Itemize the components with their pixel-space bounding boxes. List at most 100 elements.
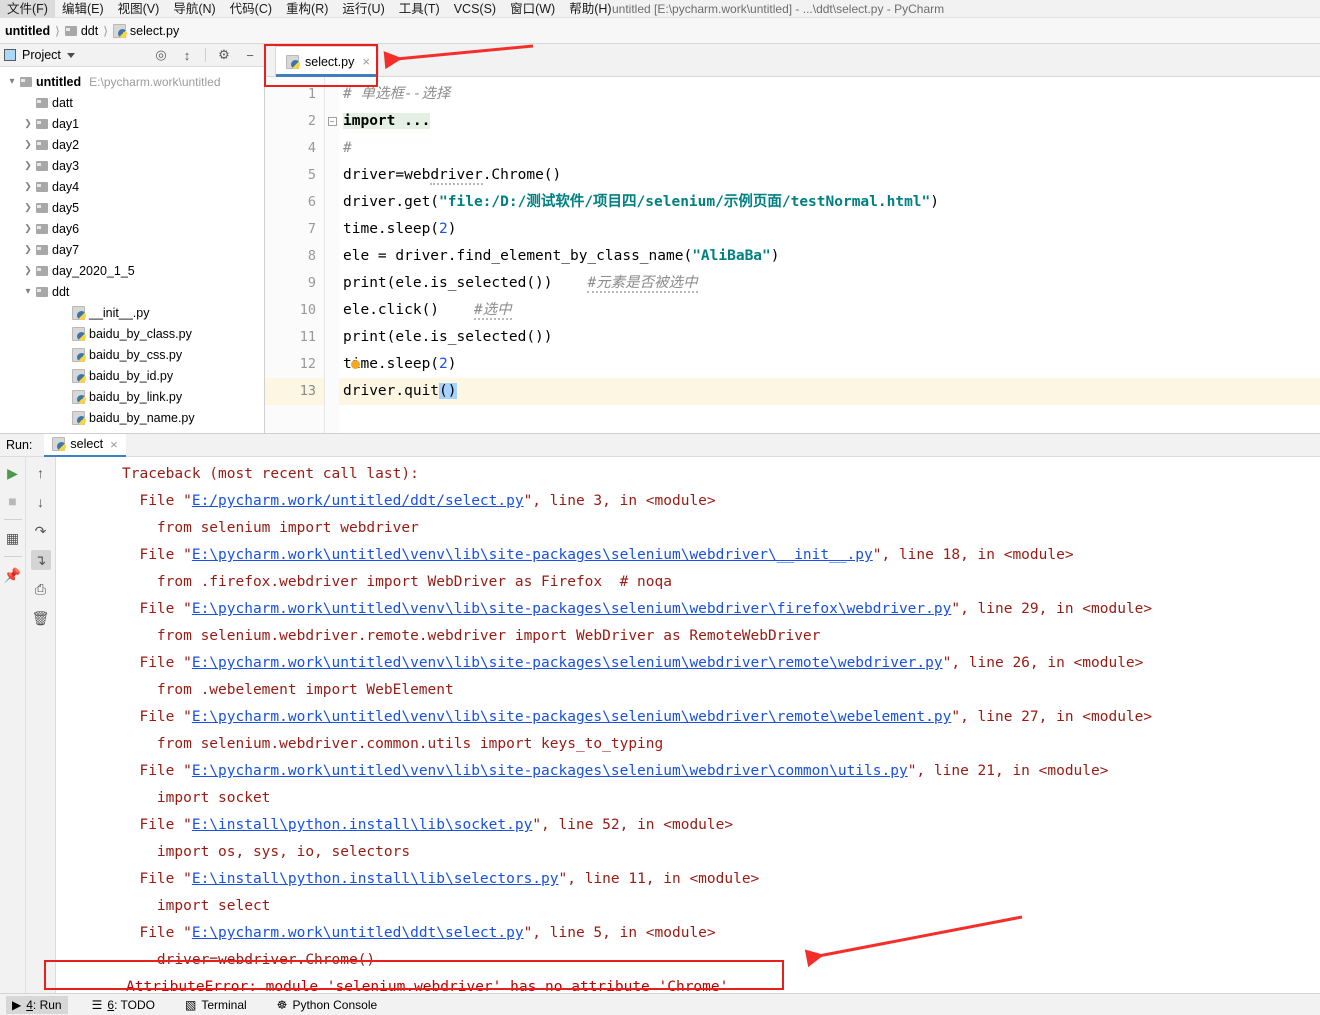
code-text[interactable]: # 单选框--选择 import ... # driver=webdriver.Chr…: [339, 77, 1320, 433]
chevron-right-icon[interactable]: [20, 202, 36, 213]
console-file-line[interactable]: File "E:\pycharm.work\untitled\venv\lib\…: [122, 758, 1320, 785]
code-line-9[interactable]: print(ele.is_selected()) #元素是否被选中: [339, 270, 1320, 297]
console-output[interactable]: Traceback (most recent call last): File …: [56, 457, 1320, 998]
file-link[interactable]: E:\pycharm.work\untitled\venv\lib\site-p…: [192, 655, 943, 671]
code-line-4[interactable]: #: [339, 135, 1320, 162]
chevron-right-icon[interactable]: [20, 139, 36, 150]
chevron-right-icon[interactable]: [20, 244, 36, 255]
console-file-line[interactable]: File "E:\pycharm.work\untitled\venv\lib\…: [122, 704, 1320, 731]
tree-item-day4[interactable]: day4: [0, 176, 264, 197]
locate-icon[interactable]: ◎: [151, 46, 171, 64]
code-line-1[interactable]: # 单选框--选择: [339, 81, 1320, 108]
code-line-7[interactable]: time.sleep(2): [339, 216, 1320, 243]
tree-item-untitled[interactable]: untitled E:\pycharm.work\untitled: [0, 71, 264, 92]
file-link[interactable]: E:\pycharm.work\untitled\ddt\select.py: [192, 925, 524, 941]
chevron-right-icon[interactable]: [20, 181, 36, 192]
console-file-line[interactable]: File "E:\pycharm.work\untitled\venv\lib\…: [122, 596, 1320, 623]
console-file-line[interactable]: File "E:/pycharm.work/untitled/ddt/selec…: [122, 488, 1320, 515]
tree-item-ddt[interactable]: ddt: [0, 281, 264, 302]
console-file-line[interactable]: File "E:\pycharm.work\untitled\venv\lib\…: [122, 650, 1320, 677]
menu-item-tools[interactable]: 工具(T): [392, 0, 447, 18]
chevron-down-icon[interactable]: [66, 52, 75, 58]
down-arrow-icon[interactable]: ↓: [31, 492, 51, 512]
file-link[interactable]: E:/pycharm.work/untitled/ddt/select.py: [192, 493, 524, 509]
tree-item-day5[interactable]: day5: [0, 197, 264, 218]
code-editor[interactable]: 1 2 4 5 6 7 8 9 10 11 12 13 − # 单选框--选择 import ... # d…: [265, 77, 1320, 433]
trash-icon[interactable]: 🗑: [31, 608, 51, 628]
layout-icon[interactable]: ▦: [3, 528, 23, 548]
file-link[interactable]: E:\pycharm.work\untitled\venv\lib\site-p…: [192, 601, 952, 617]
menu-item-help[interactable]: 帮助(H): [562, 0, 618, 18]
chevron-right-icon[interactable]: [20, 223, 36, 234]
console-file-line[interactable]: File "E:\install\python.install\lib\sock…: [122, 812, 1320, 839]
menu-item-view[interactable]: 视图(V): [111, 0, 167, 18]
code-line-8[interactable]: ele = driver.find_element_by_class_name(…: [339, 243, 1320, 270]
up-arrow-icon[interactable]: ↑: [31, 463, 51, 483]
code-line-6[interactable]: driver.get("file:/D:/测试软件/项目四/selenium/示…: [339, 189, 1320, 216]
minimize-icon[interactable]: −: [240, 46, 260, 64]
menu-item-vcs[interactable]: VCS(S): [447, 0, 503, 18]
tree-item-baidu-by-name-py[interactable]: baidu_by_name.py: [0, 407, 264, 428]
tree-item-baidu-by-id-py[interactable]: baidu_by_id.py: [0, 365, 264, 386]
chevron-right-icon[interactable]: [20, 118, 36, 129]
chevron-right-icon[interactable]: [20, 160, 36, 171]
status-todo-button[interactable]: ☰ 6: TODO: [86, 996, 161, 1014]
code-line-2[interactable]: import ...: [339, 108, 1320, 135]
tree-item-day3[interactable]: day3: [0, 155, 264, 176]
menu-item-file[interactable]: 文件(F): [0, 0, 55, 18]
scroll-to-end-icon[interactable]: ↴: [30, 550, 51, 570]
close-icon[interactable]: ×: [362, 54, 370, 69]
tree-item-day-2020-1-5[interactable]: day_2020_1_5: [0, 260, 264, 281]
tree-item-day2[interactable]: day2: [0, 134, 264, 155]
breadcrumb-project[interactable]: untitled: [5, 24, 50, 38]
fold-toggle-icon[interactable]: −: [327, 117, 337, 126]
chevron-down-icon[interactable]: [4, 76, 20, 87]
breadcrumb-folder[interactable]: ddt: [64, 24, 98, 38]
console-file-line[interactable]: File "E:\pycharm.work\untitled\ddt\selec…: [122, 920, 1320, 947]
collapse-all-icon[interactable]: ↕: [177, 46, 197, 64]
file-link[interactable]: E:\pycharm.work\untitled\venv\lib\site-p…: [192, 763, 908, 779]
status-terminal-button[interactable]: ▧ Terminal: [179, 996, 253, 1014]
code-line-10[interactable]: ele.click() #选中: [339, 297, 1320, 324]
print-icon[interactable]: ⎙: [31, 579, 51, 599]
tree-item-day7[interactable]: day7: [0, 239, 264, 260]
pin-icon[interactable]: 📌: [3, 565, 23, 585]
code-line-12[interactable]: time.sleep(2): [339, 351, 1320, 378]
chevron-right-icon[interactable]: [20, 265, 36, 276]
tree-item--init-py[interactable]: __init__.py: [0, 302, 264, 323]
console-file-line[interactable]: File "E:\install\python.install\lib\sele…: [122, 866, 1320, 893]
tree-item-datt[interactable]: datt: [0, 92, 264, 113]
code-line-13[interactable]: driver.quit(): [339, 378, 1320, 405]
fold-gutter[interactable]: −: [325, 77, 339, 433]
console-file-line[interactable]: File "E:\pycharm.work\untitled\venv\lib\…: [122, 542, 1320, 569]
menu-item-refactor[interactable]: 重构(R): [279, 0, 335, 18]
close-icon[interactable]: ×: [110, 437, 118, 452]
soft-wrap-icon[interactable]: ↷: [31, 521, 51, 541]
menu-item-navigate[interactable]: 导航(N): [166, 0, 222, 18]
chevron-down-icon[interactable]: [20, 286, 36, 297]
code-line-11[interactable]: print(ele.is_selected()): [339, 324, 1320, 351]
file-link[interactable]: E:\pycharm.work\untitled\venv\lib\site-p…: [192, 709, 952, 725]
run-tab-select[interactable]: select ×: [44, 433, 126, 457]
tree-item-baidu-by-class-py[interactable]: baidu_by_class.py: [0, 323, 264, 344]
menu-item-window[interactable]: 窗口(W): [503, 0, 562, 18]
status-python-console-button[interactable]: ☸ Python Console: [271, 996, 384, 1014]
tree-item-baidu-by-css-py[interactable]: baidu_by_css.py: [0, 344, 264, 365]
folder-icon: [36, 286, 48, 297]
run-icon[interactable]: ▶: [3, 463, 23, 483]
file-link[interactable]: E:\pycharm.work\untitled\venv\lib\site-p…: [192, 547, 873, 563]
status-run-button[interactable]: ▶ 4: Run: [6, 995, 68, 1014]
tree-item-day6[interactable]: day6: [0, 218, 264, 239]
menu-item-code[interactable]: 代码(C): [223, 0, 279, 18]
menu-item-edit[interactable]: 编辑(E): [55, 0, 111, 18]
stop-icon[interactable]: ■: [3, 491, 23, 511]
code-line-5[interactable]: driver=webdriver.Chrome(): [339, 162, 1320, 189]
menu-item-run[interactable]: 运行(U): [335, 0, 391, 18]
gear-icon[interactable]: ⚙: [214, 46, 234, 64]
tree-item-baidu-by-link-py[interactable]: baidu_by_link.py: [0, 386, 264, 407]
editor-tab-select-py[interactable]: select.py ×: [275, 46, 379, 77]
tree-item-day1[interactable]: day1: [0, 113, 264, 134]
file-link[interactable]: E:\install\python.install\lib\selectors.…: [192, 871, 559, 887]
breadcrumb-file[interactable]: select.py: [112, 23, 179, 38]
file-link[interactable]: E:\install\python.install\lib\socket.py: [192, 817, 532, 833]
